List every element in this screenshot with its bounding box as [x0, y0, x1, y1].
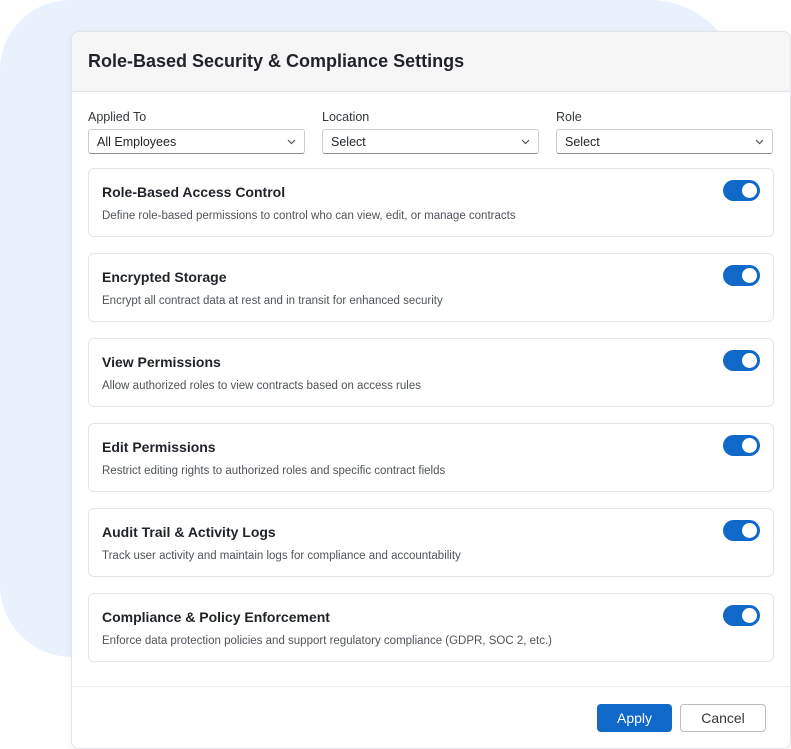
applied-to-select[interactable]: All Employees [88, 129, 305, 154]
role-based-access-toggle[interactable] [723, 180, 760, 201]
setting-title: Encrypted Storage [102, 269, 227, 285]
filter-location: Location Select [322, 109, 539, 154]
dialog-header: Role-Based Security & Compliance Setting… [72, 32, 790, 92]
filter-label: Role [556, 110, 582, 124]
setting-card-role-based-access: Role-Based Access Control Define role-ba… [88, 168, 774, 237]
setting-title: Edit Permissions [102, 439, 216, 455]
edit-permissions-toggle[interactable] [723, 435, 760, 456]
setting-title: View Permissions [102, 354, 221, 370]
chevron-down-icon [286, 137, 296, 147]
setting-description: Encrypt all contract data at rest and in… [102, 295, 443, 307]
setting-description: Define role-based permissions to control… [102, 210, 516, 222]
chevron-down-icon [754, 137, 764, 147]
toggle-knob [742, 183, 757, 198]
setting-description: Allow authorized roles to view contracts… [102, 380, 421, 392]
setting-description: Enforce data protection policies and sup… [102, 635, 552, 647]
dialog-title: Role-Based Security & Compliance Setting… [88, 51, 465, 71]
setting-title: Audit Trail & Activity Logs [102, 524, 276, 540]
view-permissions-toggle[interactable] [723, 350, 760, 371]
filter-label: Applied To [88, 110, 147, 124]
settings-list: Role-Based Access Control Define role-ba… [88, 168, 774, 678]
setting-card-compliance-enforcement: Compliance & Policy Enforcement Enforce … [88, 593, 774, 662]
audit-trail-toggle[interactable] [723, 520, 760, 541]
toggle-knob [742, 353, 757, 368]
toggle-knob [742, 268, 757, 283]
compliance-enforcement-toggle[interactable] [723, 605, 760, 626]
cancel-button[interactable]: Cancel [680, 704, 766, 732]
location-select[interactable]: Select [322, 129, 539, 154]
setting-description: Restrict editing rights to authorized ro… [102, 465, 446, 477]
role-select[interactable]: Select [556, 129, 773, 154]
dialog-footer: Apply Cancel [72, 686, 790, 748]
setting-title: Compliance & Policy Enforcement [102, 609, 330, 625]
setting-card-view-permissions: View Permissions Allow authorized roles … [88, 338, 774, 407]
setting-description: Track user activity and maintain logs fo… [102, 550, 461, 562]
toggle-knob [742, 608, 757, 623]
apply-button[interactable]: Apply [597, 704, 672, 732]
select-value: All Employees [97, 134, 177, 149]
select-value: Select [565, 134, 600, 149]
encrypted-storage-toggle[interactable] [723, 265, 760, 286]
toggle-knob [742, 523, 757, 538]
chevron-down-icon [520, 137, 530, 147]
filter-label: Location [322, 110, 370, 124]
setting-card-edit-permissions: Edit Permissions Restrict editing rights… [88, 423, 774, 492]
setting-card-encrypted-storage: Encrypted Storage Encrypt all contract d… [88, 253, 774, 322]
setting-card-audit-trail: Audit Trail & Activity Logs Track user a… [88, 508, 774, 577]
filter-bar: Applied To All Employees Location Select… [88, 109, 774, 154]
filter-applied-to: Applied To All Employees [88, 109, 305, 154]
setting-title: Role-Based Access Control [102, 184, 286, 200]
security-settings-dialog: Role-Based Security & Compliance Setting… [71, 31, 791, 749]
toggle-knob [742, 438, 757, 453]
filter-role: Role Select [556, 109, 773, 154]
select-value: Select [331, 134, 366, 149]
